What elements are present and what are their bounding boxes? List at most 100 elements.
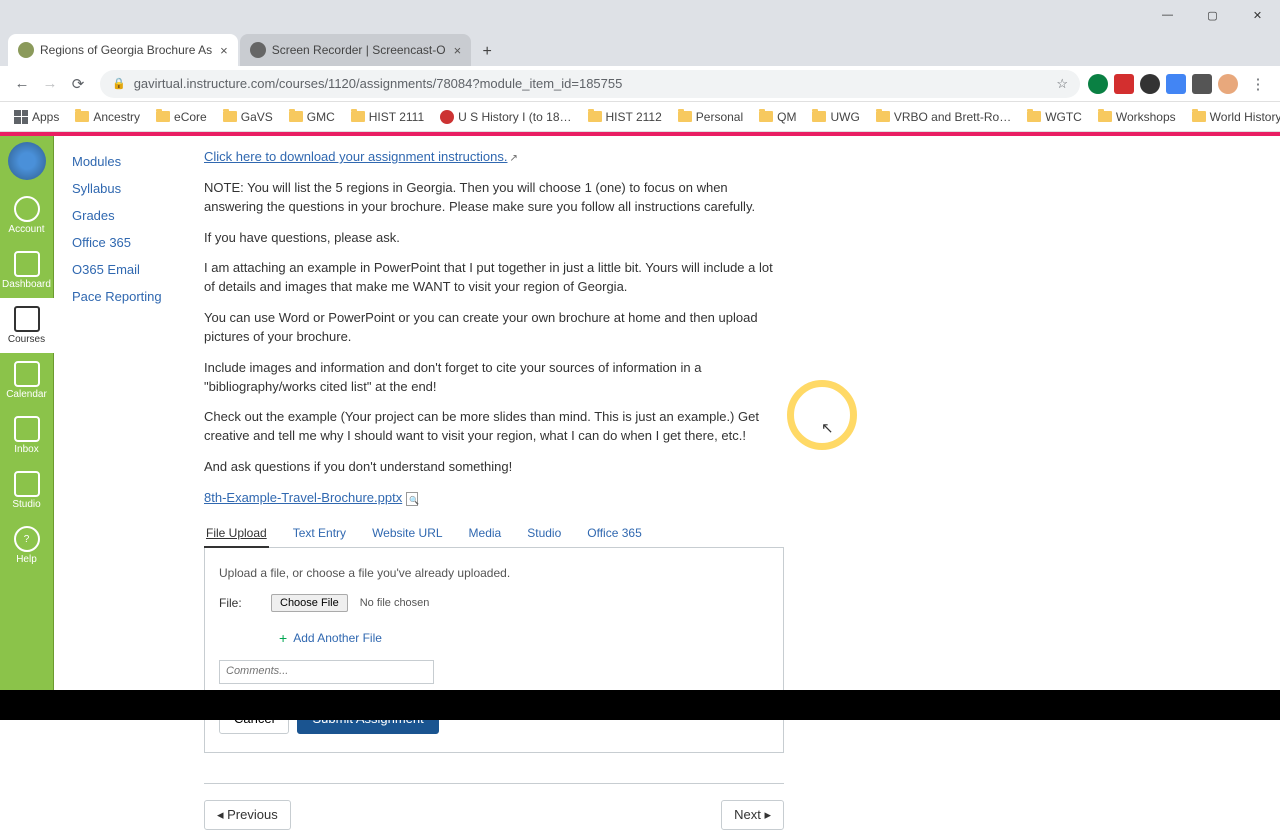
user-icon [14, 196, 40, 222]
nav-dashboard[interactable]: Dashboard [0, 243, 54, 298]
nav-studio[interactable]: Studio [0, 463, 54, 518]
course-nav: Modules Syllabus Grades Office 365 O365 … [54, 136, 204, 720]
tab-title: Regions of Georgia Brochure As [40, 43, 212, 57]
bookmark-item[interactable]: U S History I (to 18… [434, 108, 577, 126]
coursenav-grades[interactable]: Grades [72, 202, 204, 229]
download-instructions-link[interactable]: Click here to download your assignment i… [204, 149, 507, 164]
global-nav: Account Dashboard Courses Calendar Inbox… [0, 136, 54, 720]
bookmark-item[interactable]: HIST 2112 [582, 108, 668, 126]
menu-icon[interactable]: ⋮ [1244, 70, 1272, 98]
window-close[interactable]: ✕ [1235, 0, 1280, 30]
choose-file-button[interactable]: Choose File [271, 594, 348, 612]
star-icon[interactable]: ☆ [1056, 76, 1068, 92]
tab-studio[interactable]: Studio [525, 520, 563, 547]
tab-favicon [18, 42, 34, 58]
upload-hint: Upload a file, or choose a file you've a… [219, 566, 769, 580]
tab-office365[interactable]: Office 365 [585, 520, 643, 547]
url-text: gavirtual.instructure.com/courses/1120/a… [134, 76, 623, 91]
bookmark-apps[interactable]: Apps [8, 108, 65, 126]
instruction-text: And ask questions if you don't understan… [204, 458, 784, 477]
highlight-annotation [787, 380, 857, 450]
module-pager: ◂ Previous Next ▸ [204, 783, 784, 830]
forward-button[interactable]: → [36, 70, 64, 98]
profile-avatar[interactable] [1218, 74, 1238, 94]
bookmark-item[interactable]: UWG [806, 108, 865, 126]
institution-logo[interactable] [8, 142, 46, 180]
instruction-text: Include images and information and don't… [204, 359, 784, 397]
nav-help[interactable]: ?Help [0, 518, 54, 573]
new-tab-button[interactable]: + [473, 38, 501, 66]
browser-tab[interactable]: Screen Recorder | Screencast-O × [240, 34, 471, 66]
bookmark-item[interactable]: GaVS [217, 108, 279, 126]
coursenav-o365email[interactable]: O365 Email [72, 256, 204, 283]
no-file-text: No file chosen [360, 597, 430, 609]
nav-courses[interactable]: Courses [0, 298, 54, 353]
studio-icon [14, 471, 40, 497]
bookmark-item[interactable]: HIST 2111 [345, 108, 430, 126]
nav-inbox[interactable]: Inbox [0, 408, 54, 463]
bookmark-item[interactable]: QM [753, 108, 802, 126]
upload-panel: Upload a file, or choose a file you've a… [204, 548, 784, 753]
extension-icon[interactable] [1166, 74, 1186, 94]
coursenav-office365[interactable]: Office 365 [72, 229, 204, 256]
extension-icon[interactable] [1088, 74, 1108, 94]
plus-icon: + [279, 630, 287, 646]
bookmark-item[interactable]: World History [1186, 108, 1280, 126]
bookmark-item[interactable]: Workshops [1092, 108, 1182, 126]
instruction-text: If you have questions, please ask. [204, 229, 784, 248]
lock-icon: 🔒 [112, 77, 126, 90]
previous-button[interactable]: ◂ Previous [204, 800, 291, 830]
cursor-icon: ↖ [821, 419, 834, 437]
windows-taskbar[interactable] [0, 690, 1280, 720]
inbox-icon [14, 416, 40, 442]
submission-tabs: File Upload Text Entry Website URL Media… [204, 520, 784, 548]
add-another-file[interactable]: + Add Another File [279, 630, 769, 646]
external-link-icon: ↗ [509, 153, 517, 164]
next-button[interactable]: Next ▸ [721, 800, 784, 830]
instruction-text: I am attaching an example in PowerPoint … [204, 259, 784, 297]
address-bar[interactable]: 🔒 gavirtual.instructure.com/courses/1120… [100, 70, 1080, 98]
bookmark-item[interactable]: GMC [283, 108, 341, 126]
nav-account[interactable]: Account [0, 188, 54, 243]
window-minimize[interactable]: — [1145, 0, 1190, 30]
instruction-text: Check out the example (Your project can … [204, 408, 784, 446]
window-maximize[interactable]: ▢ [1190, 0, 1235, 30]
coursenav-pace[interactable]: Pace Reporting [72, 283, 204, 310]
window-titlebar: — ▢ ✕ [0, 0, 1280, 30]
bookmark-item[interactable]: Ancestry [69, 108, 146, 126]
tab-media[interactable]: Media [467, 520, 504, 547]
bookmark-item[interactable]: eCore [150, 108, 213, 126]
help-icon: ? [14, 526, 40, 552]
tab-close-icon[interactable]: × [446, 43, 462, 58]
nav-calendar[interactable]: Calendar [0, 353, 54, 408]
tab-close-icon[interactable]: × [212, 43, 228, 58]
tab-file-upload[interactable]: File Upload [204, 520, 269, 548]
tab-text-entry[interactable]: Text Entry [291, 520, 348, 547]
browser-tabstrip: Regions of Georgia Brochure As × Screen … [0, 30, 1280, 66]
tab-title: Screen Recorder | Screencast-O [272, 43, 446, 57]
bookmark-item[interactable]: Personal [672, 108, 749, 126]
instruction-text: You can use Word or PowerPoint or you ca… [204, 309, 784, 347]
extensions-menu-icon[interactable] [1192, 74, 1212, 94]
browser-toolbar: ← → ⟳ 🔒 gavirtual.instructure.com/course… [0, 66, 1280, 102]
back-button[interactable]: ← [8, 70, 36, 98]
assignment-content: Click here to download your assignment i… [204, 136, 1280, 720]
extension-icon[interactable] [1140, 74, 1160, 94]
extension-icon[interactable] [1114, 74, 1134, 94]
instruction-text: NOTE: You will list the 5 regions in Geo… [204, 179, 784, 217]
file-label: File: [219, 596, 259, 610]
bookmark-item[interactable]: VRBO and Brett-Ro… [870, 108, 1017, 126]
tab-website-url[interactable]: Website URL [370, 520, 444, 547]
dashboard-icon [14, 251, 40, 277]
book-icon [14, 306, 40, 332]
bookmark-item[interactable]: WGTC [1021, 108, 1088, 126]
attachment-link[interactable]: 8th-Example-Travel-Brochure.pptx [204, 490, 402, 505]
tab-favicon [250, 42, 266, 58]
reload-button[interactable]: ⟳ [64, 70, 92, 98]
browser-tab-active[interactable]: Regions of Georgia Brochure As × [8, 34, 238, 66]
coursenav-modules[interactable]: Modules [72, 148, 204, 175]
coursenav-syllabus[interactable]: Syllabus [72, 175, 204, 202]
calendar-icon [14, 361, 40, 387]
preview-icon[interactable] [406, 492, 418, 506]
comments-input[interactable] [219, 660, 434, 684]
